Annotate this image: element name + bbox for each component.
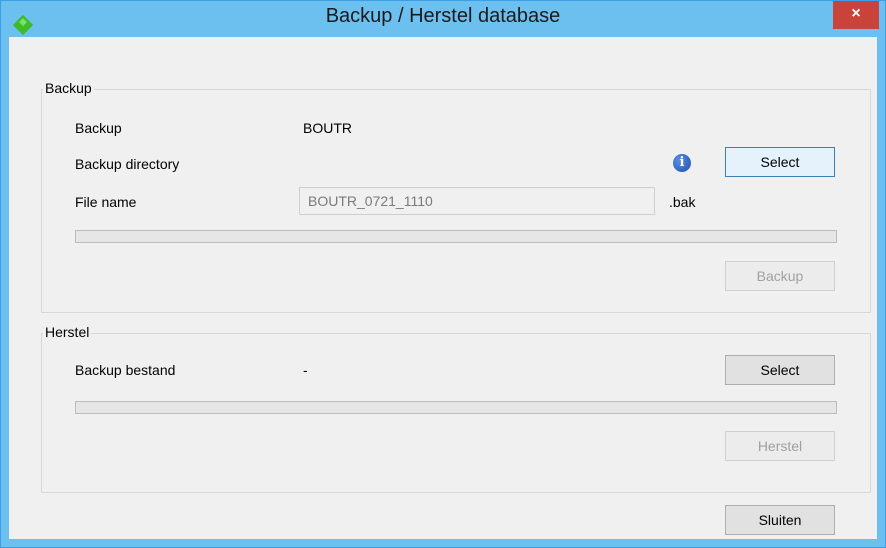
restore-select-button[interactable]: Select — [725, 355, 835, 385]
backup-label: Backup — [75, 120, 122, 136]
file-name-label: File name — [75, 194, 137, 210]
backup-progress-bar — [75, 230, 837, 243]
restore-button[interactable]: Herstel — [725, 431, 835, 461]
window-title: Backup / Herstel database — [325, 5, 561, 27]
dialog-window: Backup / Herstel database × Backup Backu… — [0, 0, 886, 548]
file-extension-label: .bak — [669, 194, 696, 210]
backup-group-title: Backup — [43, 80, 94, 96]
backup-button[interactable]: Backup — [725, 261, 835, 291]
dialog-body: Backup Backup BOUTR Backup directory i S… — [9, 37, 877, 539]
restore-group-title: Herstel — [43, 324, 92, 340]
backup-file-label: Backup bestand — [75, 362, 176, 378]
backup-file-value: - — [303, 362, 308, 378]
close-dialog-button[interactable]: Sluiten — [725, 505, 835, 535]
backup-directory-select-button[interactable]: Select — [725, 147, 835, 177]
file-name-input[interactable] — [299, 187, 655, 215]
close-button[interactable]: × — [833, 1, 879, 29]
backup-directory-label: Backup directory — [75, 156, 180, 172]
backup-database-value: BOUTR — [303, 120, 352, 136]
info-icon[interactable]: i — [673, 154, 691, 172]
restore-progress-bar — [75, 401, 837, 414]
title-bar[interactable]: Backup / Herstel database × — [1, 1, 885, 37]
